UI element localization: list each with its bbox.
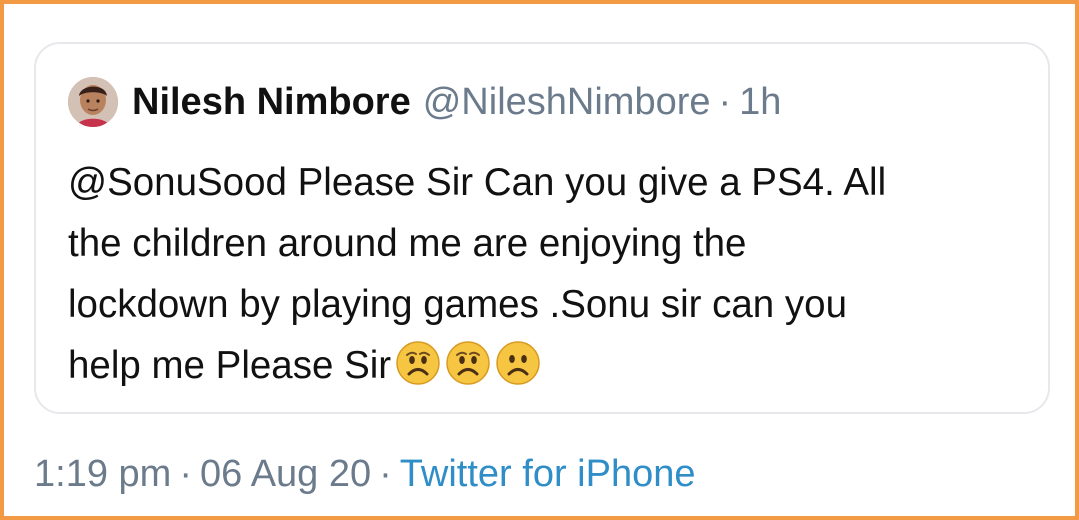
worried-face-icon — [446, 341, 490, 385]
tweet-date: 06 Aug 20 — [199, 452, 372, 495]
tweet-time: 1:19 pm — [34, 452, 172, 495]
tweet-text-line-4: help me Please Sir — [68, 344, 392, 387]
tweet-source-link[interactable]: Twitter for iPhone — [400, 453, 696, 496]
tweet-age[interactable]: 1h — [739, 81, 781, 124]
separator-dot: · — [718, 80, 732, 123]
display-name[interactable]: Nilesh Nimbore — [132, 81, 411, 124]
tweet-meta-row: 1:19 pm · 06 Aug 20 · Twitter for iPhone — [34, 448, 695, 500]
worried-face-icon — [396, 341, 440, 385]
quoted-tweet-text: @SonuSood Please Sir Can you give a PS4.… — [68, 152, 1028, 396]
meta-separator-dot: · — [379, 452, 392, 495]
tweet-text-line-1: @SonuSood Please Sir Can you give a PS4.… — [68, 161, 887, 204]
avatar-photo-icon — [68, 77, 118, 127]
worried-face-icon — [496, 341, 540, 385]
meta-separator-dot: · — [179, 452, 192, 495]
tweet-text-line-3: lockdown by playing games .Sonu sir can … — [68, 283, 847, 326]
quoted-tweet-card[interactable]: Nilesh Nimbore @NileshNimbore · 1h @Sonu… — [34, 42, 1050, 414]
author-row[interactable]: Nilesh Nimbore @NileshNimbore · 1h — [68, 72, 781, 132]
user-handle[interactable]: @NileshNimbore — [423, 81, 711, 124]
tweet-text-line-2: the children around me are enjoying the — [68, 222, 747, 265]
avatar[interactable] — [68, 77, 118, 127]
screenshot-frame: Nilesh Nimbore @NileshNimbore · 1h @Sonu… — [0, 0, 1079, 520]
